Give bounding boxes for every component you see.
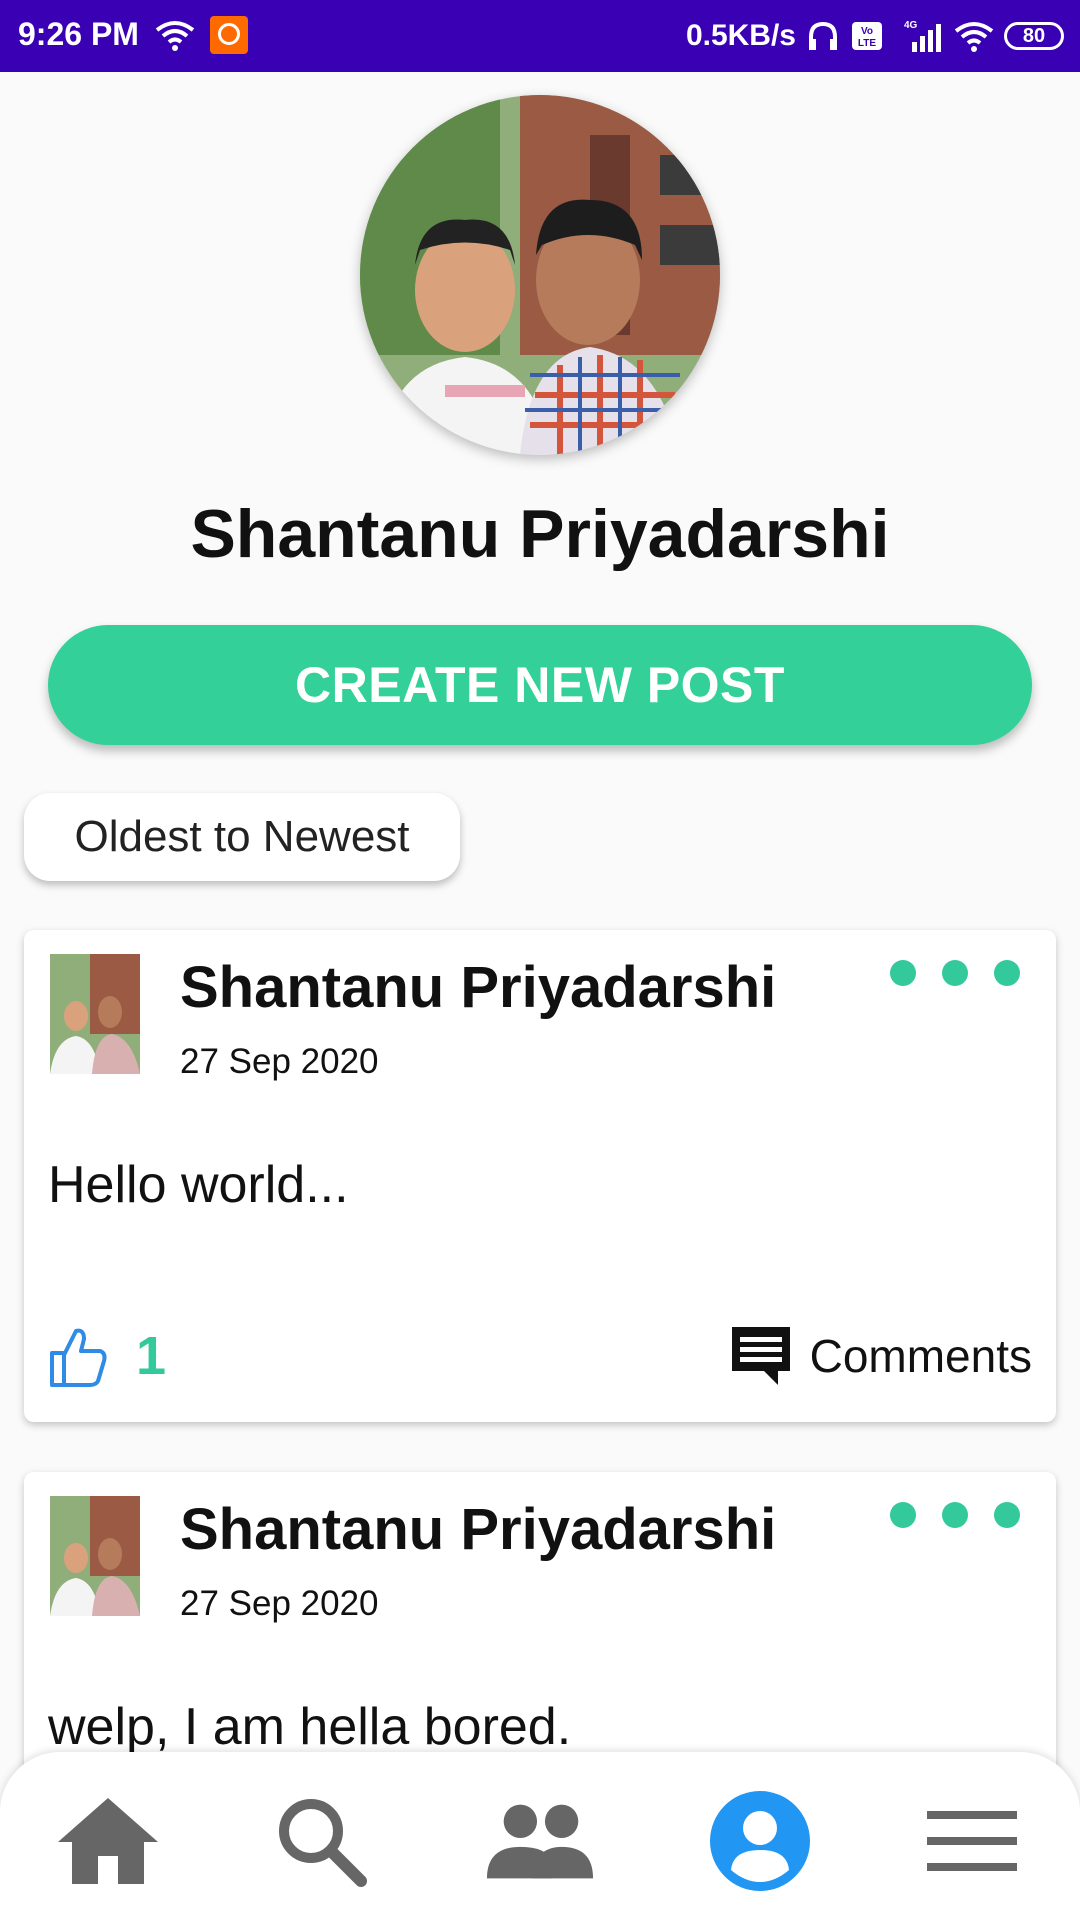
post-card: Shantanu Priyadarshi 27 Sep 2020 welp, I… — [24, 1472, 1056, 1792]
network-speed: 0.5KB/s — [685, 19, 796, 52]
comments-label: Comments — [809, 1330, 1032, 1382]
people-icon — [486, 1804, 594, 1879]
network-type-label: 4G — [904, 20, 918, 31]
wifi-icon — [954, 22, 994, 52]
post-body: welp, I am hella bored. — [48, 1698, 572, 1756]
menu-icon — [927, 1811, 1017, 1871]
search-icon — [279, 1799, 367, 1887]
bottom-navigation — [0, 1752, 1080, 1920]
profile-icon — [710, 1791, 810, 1891]
volte-icon: Vo LTE — [852, 22, 882, 50]
more-options-icon[interactable] — [890, 1502, 1020, 1528]
post-date: 27 Sep 2020 — [180, 1584, 379, 1623]
profile-name: Shantanu Priyadarshi — [190, 496, 890, 572]
nav-profile[interactable] — [705, 1786, 815, 1896]
author-avatar[interactable] — [50, 954, 140, 1074]
profile-avatar[interactable] — [360, 95, 720, 455]
battery-icon: 80 — [1004, 22, 1064, 50]
create-new-post-button[interactable]: CREATE NEW POST — [48, 625, 1032, 745]
mi-app-icon — [210, 16, 248, 54]
post-author-name[interactable]: Shantanu Priyadarshi — [180, 954, 776, 1021]
post-card: Shantanu Priyadarshi 27 Sep 2020 Hello w… — [24, 930, 1056, 1422]
nav-menu[interactable] — [917, 1786, 1027, 1896]
nav-people[interactable] — [485, 1786, 595, 1896]
headset-icon — [809, 21, 837, 50]
comments-button[interactable]: Comments — [730, 1325, 1032, 1387]
svg-text:LTE: LTE — [858, 38, 876, 49]
status-bar: 9:26 PM 0.5KB/s Vo LTE 4G 80 — [0, 0, 1080, 72]
sort-order-selector[interactable]: Oldest to Newest — [24, 793, 460, 881]
signal-icon: 4G — [904, 20, 941, 52]
nav-home[interactable] — [53, 1786, 163, 1896]
svg-text:Vo: Vo — [861, 26, 873, 37]
like-count: 1 — [136, 1326, 167, 1386]
more-options-icon[interactable] — [890, 960, 1020, 986]
post-author-name[interactable]: Shantanu Priyadarshi — [180, 1496, 776, 1563]
thumbs-up-icon[interactable] — [48, 1325, 108, 1389]
post-date: 27 Sep 2020 — [180, 1042, 379, 1081]
home-icon — [58, 1798, 158, 1884]
wifi-icon — [155, 21, 195, 51]
comment-icon — [731, 1327, 790, 1385]
nav-search[interactable] — [266, 1786, 376, 1896]
post-body: Hello world... — [48, 1156, 349, 1214]
status-time: 9:26 PM — [18, 16, 139, 52]
author-avatar[interactable] — [50, 1496, 140, 1616]
